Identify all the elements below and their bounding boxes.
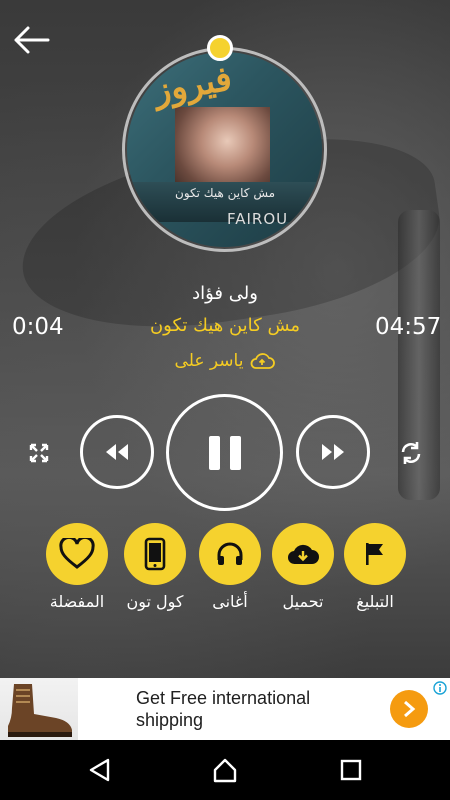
calltone-button[interactable]: [124, 523, 186, 585]
system-nav-bar: [0, 740, 450, 800]
report-button[interactable]: [344, 523, 406, 585]
songs-button[interactable]: [199, 523, 261, 585]
uploader-row: ياسر على: [0, 351, 450, 371]
repeat-icon: [401, 442, 421, 464]
expand-button[interactable]: [26, 440, 52, 466]
nav-recents-button[interactable]: [336, 755, 366, 785]
repeat-button[interactable]: [398, 440, 424, 466]
ad-image: [0, 678, 78, 740]
rewind-button[interactable]: [80, 415, 154, 489]
total-duration: 04:57: [375, 314, 442, 340]
cover-photo: [175, 107, 270, 192]
ad-text: Get Free international shipping: [136, 688, 311, 730]
cover-brand: FAIROU: [227, 210, 289, 228]
flag-icon: [366, 543, 383, 565]
favorite-button[interactable]: [46, 523, 108, 585]
ad-banner[interactable]: Get Free international shipping: [0, 678, 450, 740]
ad-arrow-button[interactable]: [390, 690, 428, 728]
square-recents-icon: [340, 759, 362, 781]
album-cover-area: فيروز مش كاين هيك تكون FAIROU: [122, 35, 327, 252]
headphones-icon: [217, 542, 243, 565]
pause-button[interactable]: [166, 394, 283, 511]
ad-info-button[interactable]: [432, 680, 448, 696]
heart-icon: [59, 538, 95, 569]
arrow-left-icon: [14, 26, 50, 54]
nav-back-button[interactable]: [85, 755, 115, 785]
download-button[interactable]: [272, 523, 334, 585]
cloud-upload-icon: [251, 353, 276, 369]
phone-icon: [144, 537, 166, 571]
back-button[interactable]: [10, 20, 52, 60]
cover-logo: فيروز: [150, 58, 235, 112]
uploader-name: ياسر على: [174, 351, 244, 371]
report-label: التبليغ: [356, 592, 394, 611]
fast-forward-button[interactable]: [296, 415, 370, 489]
album-cover: فيروز مش كاين هيك تكون FAIROU: [127, 52, 322, 247]
cover-album-text: مش كاين هيك تكون: [175, 186, 276, 200]
boot-icon: [8, 684, 72, 737]
expand-icon: [29, 443, 49, 463]
pause-icon: [208, 435, 241, 470]
info-icon: [433, 681, 447, 695]
artist-name: ولى فؤاد: [192, 283, 258, 304]
download-icon: [287, 544, 319, 565]
fast-forward-icon: [322, 444, 344, 460]
chevron-right-icon: [404, 700, 416, 718]
nav-home-button[interactable]: [210, 755, 240, 785]
progress-knob[interactable]: [207, 35, 233, 61]
rewind-icon: [106, 444, 128, 460]
home-icon: [213, 758, 237, 783]
triangle-back-icon: [89, 758, 110, 782]
